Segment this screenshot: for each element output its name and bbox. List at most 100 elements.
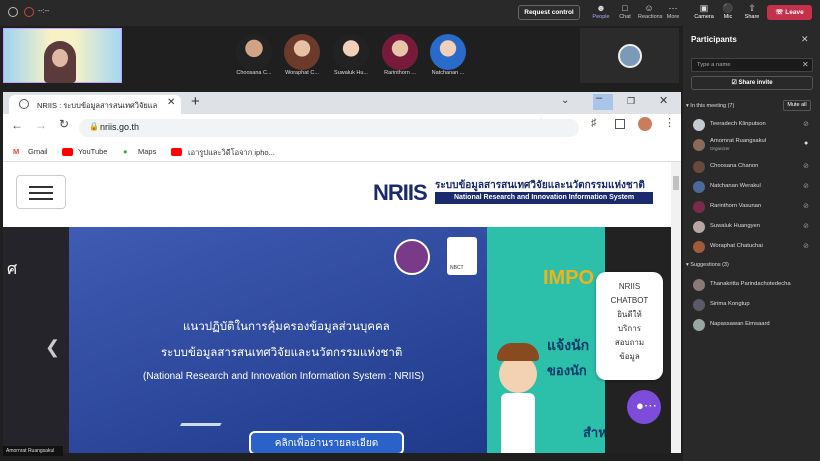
participant-row[interactable]: Suwaluk Huangyen ⊘ (683, 218, 820, 238)
bookmark-maps[interactable]: Maps (138, 147, 156, 156)
announce-text: แจ้งนัก (547, 337, 590, 353)
people-button[interactable]: ☻ People (590, 3, 612, 20)
leave-label: Leave (785, 9, 804, 16)
announce-text: สำห (583, 425, 607, 440)
bookmark-photos[interactable]: เอารูปและวิดีโอจาก ipho... (188, 147, 275, 159)
chat-bubble-icon: ●⋯ (636, 398, 657, 413)
participant-name: Teeradech Klinputson (710, 121, 766, 127)
search-input[interactable]: Type a name ✕ (691, 58, 813, 72)
video-avatar[interactable] (430, 34, 466, 70)
sidepanel-icon[interactable] (615, 119, 625, 129)
camera-icon: ▣ (699, 3, 709, 13)
clear-icon[interactable]: ✕ (802, 60, 809, 69)
people-label: People (592, 14, 610, 20)
suggestion-row[interactable]: Sirima Kongtup (683, 296, 820, 316)
browser-window: NRIIS : ระบบข้อมูลสารสนเทศวิจัยและนวั ✕ … (3, 92, 681, 453)
hamburger-menu-button[interactable] (16, 175, 66, 209)
nbct-badge: NBCT (450, 265, 464, 271)
leave-button[interactable]: ☏ Leave (767, 5, 812, 20)
video-name: Woraphat C... (285, 70, 319, 76)
avatar (693, 319, 705, 331)
video-name: Natchanan ... (431, 70, 465, 76)
back-icon[interactable]: ← (11, 118, 23, 132)
restore-icon[interactable]: ❐ (627, 96, 635, 107)
gmail-icon: M (13, 147, 20, 156)
participant-name: Woraphat Chatuchai (710, 243, 763, 249)
participant-row[interactable]: Amornrat Ruangsakul Organizer ● (683, 136, 820, 158)
reactions-icon: ☺ (644, 3, 654, 13)
new-tab-icon[interactable]: + (191, 93, 200, 110)
share-icon: ⇧ (748, 3, 756, 13)
participant-row[interactable]: Choosana Chanon ⊘ (683, 158, 820, 178)
hero-subheading: ระบบข้อมูลสารสนเทศวิจัยและนวัตกรรมแห่งชา… (161, 347, 403, 359)
participant-row[interactable]: Woraphat Chatuchai ⊘ (683, 238, 820, 258)
suggestions-header[interactable]: ▾ Suggestions (3) (686, 262, 729, 268)
video-avatar[interactable] (382, 34, 418, 70)
more-button[interactable]: ⋯ More (662, 3, 684, 20)
invite-icon: ☑ (731, 80, 739, 86)
next-slide-panel[interactable]: IMPO แจ้งนัก ของนัก สำห (487, 227, 607, 453)
lock-icon: 🔒 (89, 122, 99, 131)
suggestion-row[interactable]: Thanakritta Parindachotedecha (683, 276, 820, 296)
extensions-icon[interactable]: ♯ (591, 117, 597, 129)
meeting-toolbar: --:-- Request control ☻ People □ Chat ☺ Rea… (0, 0, 820, 26)
participant-row[interactable]: Natchanan Werakul ⊘ (683, 178, 820, 198)
chat-button[interactable]: □ Chat (614, 3, 636, 20)
menu-line (29, 192, 53, 194)
youtube-icon (171, 148, 182, 156)
scientist-coat (501, 393, 535, 453)
url-text[interactable]: nriis.go.th (100, 122, 139, 132)
avatar (618, 44, 642, 68)
nriis-logo[interactable]: NRIIS (373, 180, 428, 206)
close-tab-icon[interactable]: ✕ (167, 97, 175, 108)
prev-slide-icon[interactable]: ❮ (45, 337, 60, 358)
chatbot-launcher-button[interactable]: ●⋯ (627, 390, 661, 424)
browser-tab[interactable]: NRIIS : ระบบข้อมูลสารสนเทศวิจัยและนวั ✕ (9, 95, 181, 114)
read-more-button[interactable]: คลิกเพื่ออ่านรายละเอียด (249, 431, 404, 453)
video-avatar[interactable] (236, 34, 272, 70)
request-control-button[interactable]: Request control (518, 5, 580, 20)
hero-banner[interactable]: NBCT แนวปฏิบัติในการคุ้มครองข้อมูลส่วนบุ… (69, 227, 487, 453)
video-name: Suwaluk Hu... (334, 70, 368, 76)
participant-row[interactable]: Teeradech Klinputson ⊘ (683, 116, 820, 136)
reactions-button[interactable]: ☺ Reactions (638, 3, 662, 20)
video-avatar[interactable] (284, 34, 320, 70)
announce-text: ของนัก (547, 363, 587, 378)
reload-icon[interactable]: ↻ (59, 117, 69, 131)
chat-label: Chat (619, 14, 631, 20)
share-button[interactable]: ⇧ Share (741, 3, 763, 20)
more-label: More (666, 14, 680, 20)
bookmark-gmail[interactable]: Gmail (28, 147, 48, 156)
avatar (693, 241, 705, 253)
share-invite-button[interactable]: ☑ Share invite (691, 76, 813, 90)
participant-row[interactable]: Rarinthorn Vasunan ⊘ (683, 198, 820, 218)
forward-icon[interactable]: → (35, 118, 47, 132)
mic-off-icon: ⊘ (803, 183, 809, 190)
shared-video-tile[interactable] (3, 28, 122, 83)
suggestion-row[interactable]: Napassawan Eimsaard (683, 316, 820, 336)
camera-button[interactable]: ▣ Camera (693, 3, 715, 20)
record-icon (24, 7, 34, 17)
scientist-hair (497, 343, 539, 361)
mute-all-button[interactable]: Mute all (783, 100, 811, 111)
vertical-scrollbar[interactable] (671, 162, 681, 453)
address-bar[interactable] (79, 119, 579, 137)
people-icon: ☻ (596, 3, 606, 13)
bookmark-youtube[interactable]: YouTube (78, 147, 107, 156)
profile-avatar[interactable] (638, 117, 652, 131)
hero-partial-text: ศ (7, 261, 18, 278)
close-window-icon[interactable]: ✕ (659, 94, 668, 107)
close-panel-icon[interactable]: ✕ (801, 34, 809, 45)
minimize-icon: – (596, 92, 603, 104)
chatbot-bubble[interactable]: NRIIS CHATBOT ยินดีให้ บริการ สอบถาม ข้อ… (596, 272, 663, 380)
nbct-logo: NBCT (447, 237, 477, 275)
scroll-thumb[interactable] (673, 176, 679, 190)
video-avatar[interactable] (333, 34, 369, 70)
hero-heading: แนวปฏิบัติในการคุ้มครองข้อมูลส่วนบุคคล (183, 321, 390, 333)
participant-tile[interactable] (580, 28, 679, 83)
menu-icon[interactable]: ⋮ (664, 116, 675, 129)
tab-search-icon[interactable]: ⌄ (561, 95, 569, 106)
in-meeting-header[interactable]: ▾ In this meeting (7) (686, 103, 734, 109)
participant-name: Amornrat Ruangsakul (710, 138, 767, 144)
mic-button[interactable]: ⚫ Mic (717, 3, 739, 20)
